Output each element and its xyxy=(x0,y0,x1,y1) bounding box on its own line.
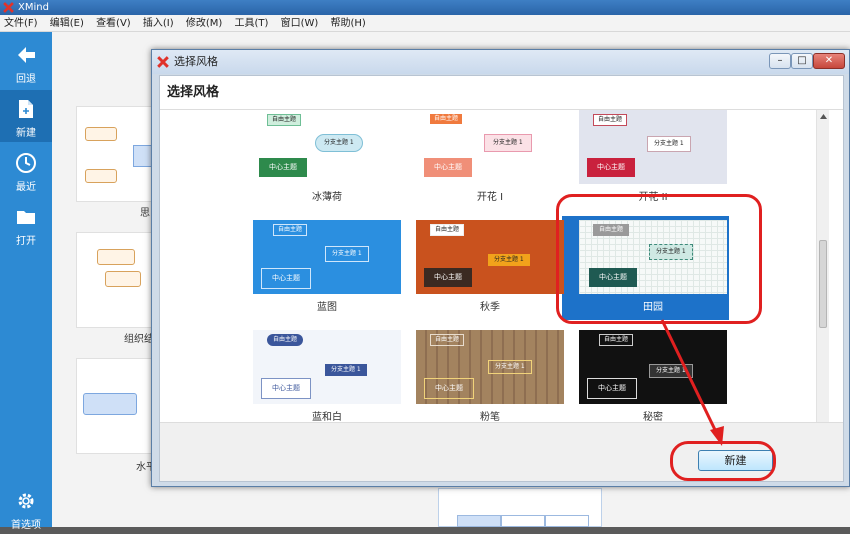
topic-shape xyxy=(85,127,117,141)
branch-topic: 分支主题 1 xyxy=(488,360,532,374)
topic-shape xyxy=(83,393,137,415)
sidebar-item-back[interactable]: 回退 xyxy=(0,36,52,88)
theme-thumb-blossom-2[interactable]: 自由主题 分支主题 1 中心主题 xyxy=(579,110,727,184)
gear-icon xyxy=(18,493,34,509)
theme-thumb-blossom-1[interactable]: 自由主题 分支主题 1 中心主题 xyxy=(416,110,564,184)
app-title: XMind xyxy=(18,2,49,13)
sidebar-item-open[interactable]: 打开 xyxy=(0,198,52,250)
sidebar-item-recent[interactable]: 最近 xyxy=(0,144,52,196)
maximize-icon: □ xyxy=(797,55,807,66)
dialog-titlebar: 选择风格 – □ ✕ xyxy=(152,50,849,74)
template-card[interactable] xyxy=(438,488,602,527)
topic-shape xyxy=(85,169,117,183)
sidebar-item-label: 回退 xyxy=(16,74,36,85)
branch-topic: 分支主题 1 xyxy=(484,134,532,152)
app-titlebar: XMind xyxy=(0,0,850,15)
dialog-title: 选择风格 xyxy=(174,55,218,68)
close-button[interactable]: ✕ xyxy=(813,53,845,69)
template-label: 思 xyxy=(140,208,150,219)
template-card[interactable] xyxy=(76,358,154,454)
theme-label: 蓝和白 xyxy=(312,412,342,423)
topic-shape xyxy=(545,515,589,527)
theme-label: 粉笔 xyxy=(480,412,500,423)
xmind-logo-icon xyxy=(3,2,14,13)
central-topic: 中心主题 xyxy=(261,268,311,289)
menu-insert[interactable]: 插入(I) xyxy=(143,18,174,29)
sidebar-item-label: 首选项 xyxy=(11,520,41,531)
annotation-arrow-icon xyxy=(660,319,724,446)
central-topic: 中心主题 xyxy=(587,158,635,177)
theme-thumb-autumn[interactable]: 自由主题 分支主题 1 中心主题 xyxy=(416,220,564,294)
float-topic: 自由主题 xyxy=(430,224,465,236)
menu-file[interactable]: 文件(F) xyxy=(4,18,38,29)
menu-tools[interactable]: 工具(T) xyxy=(234,18,268,29)
clock-icon xyxy=(16,153,36,173)
gallery-scrollbar[interactable] xyxy=(816,110,829,422)
minimize-icon: – xyxy=(777,55,783,66)
theme-thumb-blueprint[interactable]: 自由主题 分支主题 1 中心主题 xyxy=(253,220,401,294)
float-topic: 自由主题 xyxy=(267,114,302,126)
branch-topic: 分支主题 1 xyxy=(325,246,369,262)
theme-label: 蓝图 xyxy=(317,302,337,313)
central-topic: 中心主题 xyxy=(259,158,307,177)
menu-bar: 文件(F) 编辑(E) 查看(V) 插入(I) 修改(M) 工具(T) 窗口(W… xyxy=(0,15,850,32)
float-topic: 自由主题 xyxy=(430,114,463,124)
central-topic: 中心主题 xyxy=(424,378,474,399)
new-file-icon xyxy=(19,100,33,118)
float-topic: 自由主题 xyxy=(267,334,304,346)
theme-label: 开花 I xyxy=(476,192,504,203)
dialog-header: 选择风格 xyxy=(160,76,843,110)
sidebar-item-new[interactable]: 新建 xyxy=(0,90,52,142)
highlight-circle xyxy=(556,194,762,324)
float-topic: 自由主题 xyxy=(273,224,308,236)
sidebar-item-label: 新建 xyxy=(16,128,36,139)
float-topic: 自由主题 xyxy=(599,334,634,346)
central-topic: 中心主题 xyxy=(424,268,472,287)
menu-view[interactable]: 查看(V) xyxy=(96,18,131,29)
scroll-thumb[interactable] xyxy=(819,240,827,328)
close-icon: ✕ xyxy=(824,55,834,66)
theme-thumb-ice-mint[interactable]: 自由主题 分支主题 1 中心主题 xyxy=(253,110,401,184)
minimize-button[interactable]: – xyxy=(769,53,791,69)
branch-topic: 分支主题 1 xyxy=(325,364,367,376)
arrow-left-icon xyxy=(18,47,35,63)
theme-thumb-blue-white[interactable]: 自由主题 分支主题 1 中心主题 xyxy=(253,330,401,404)
topic-shape xyxy=(105,271,141,287)
menu-modify[interactable]: 修改(M) xyxy=(186,18,222,29)
branch-topic: 分支主题 1 xyxy=(488,254,530,266)
central-topic: 中心主题 xyxy=(424,158,472,177)
topic-shape xyxy=(457,515,501,527)
template-card[interactable] xyxy=(76,232,154,328)
theme-label: 冰薄荷 xyxy=(312,192,342,203)
branch-topic: 分支主题 1 xyxy=(315,134,363,152)
central-topic: 中心主题 xyxy=(587,378,637,399)
topic-shape xyxy=(133,145,153,167)
float-topic: 自由主题 xyxy=(430,334,465,346)
maximize-button[interactable]: □ xyxy=(791,53,813,69)
template-label: 组织结 xyxy=(124,334,154,345)
sidebar-item-preferences[interactable]: 首选项 xyxy=(0,482,52,534)
template-card[interactable] xyxy=(76,106,154,202)
sidebar-item-label: 最近 xyxy=(16,182,36,193)
folder-icon xyxy=(17,211,35,224)
scroll-up-icon xyxy=(820,114,827,119)
theme-label: 秋季 xyxy=(480,302,500,313)
sidebar: 回退 新建 最近 打开 首选项 xyxy=(0,32,52,531)
float-topic: 自由主题 xyxy=(593,114,628,126)
menu-window[interactable]: 窗口(W) xyxy=(281,18,319,29)
menu-help[interactable]: 帮助(H) xyxy=(330,18,365,29)
topic-shape xyxy=(501,515,545,527)
topic-shape xyxy=(97,249,135,265)
xmind-logo-icon xyxy=(157,56,169,68)
menu-edit[interactable]: 编辑(E) xyxy=(50,18,84,29)
theme-thumb-chalk[interactable]: 自由主题 分支主题 1 中心主题 xyxy=(416,330,564,404)
branch-topic: 分支主题 1 xyxy=(647,136,691,152)
sidebar-item-label: 打开 xyxy=(16,236,36,247)
central-topic: 中心主题 xyxy=(261,378,311,399)
